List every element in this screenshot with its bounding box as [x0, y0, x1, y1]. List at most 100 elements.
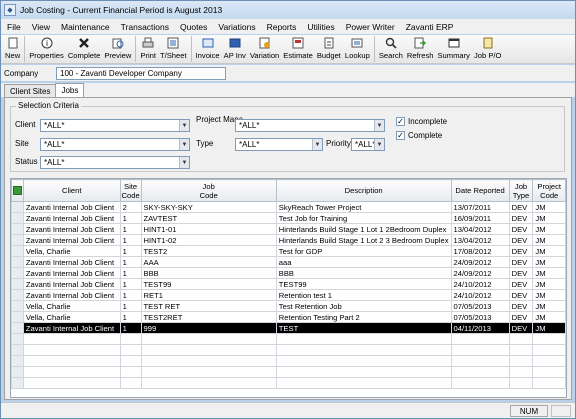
row-indicator[interactable]	[11, 267, 24, 279]
cell-description[interactable]: Test Job for Training	[275, 212, 452, 224]
row-indicator[interactable]	[11, 234, 24, 246]
site-select[interactable]: *ALL* ▼	[40, 138, 190, 151]
menu-item-transactions[interactable]: Transactions	[121, 22, 169, 32]
menu-item-power-writer[interactable]: Power Writer	[346, 22, 395, 32]
cell-client[interactable]: Zavanti Internal Job Client	[22, 223, 121, 235]
cell-job-code[interactable]: TEST2RET	[140, 311, 277, 323]
row-indicator[interactable]	[11, 245, 24, 257]
cell-site-code[interactable]: 1	[119, 300, 142, 312]
cell-date-reported[interactable]: 24/10/2012	[450, 278, 510, 290]
table-row[interactable]: Zavanti Internal Job Client 1 BBB BBB 24/09/…	[11, 267, 566, 279]
cell-date-reported[interactable]: 07/05/2013	[450, 300, 510, 312]
table-row[interactable]: Zavanti Internal Job Client 1 RET1 Retentio…	[11, 289, 566, 301]
job-p-o-button[interactable]: Job P/O	[473, 35, 502, 60]
cell-site-code[interactable]: 1	[119, 311, 142, 323]
cell-site-code[interactable]: 1	[119, 234, 142, 246]
cell-client[interactable]: Zavanti Internal Job Client	[22, 201, 121, 213]
row-indicator[interactable]	[11, 223, 24, 235]
cell-project-code[interactable]: JM	[532, 223, 566, 235]
cell-site-code[interactable]: 1	[119, 322, 142, 334]
cell-site-code[interactable]: 1	[119, 289, 142, 301]
column-header-project-code[interactable]: Project Code	[532, 179, 566, 202]
cell-client[interactable]: Zavanti Internal Job Client	[22, 212, 121, 224]
cell-client[interactable]: Vella, Charlie	[22, 245, 121, 257]
cell-site-code[interactable]: 1	[119, 245, 142, 257]
table-row[interactable]: Zavanti Internal Job Client 1 TEST99 TEST99…	[11, 278, 566, 290]
table-row[interactable]: Zavanti Internal Job Client 1 AAA aaa 24/09/…	[11, 256, 566, 268]
row-indicator[interactable]	[11, 278, 24, 290]
cell-job-code[interactable]: HINT1-01	[140, 223, 277, 235]
cell-client[interactable]: Zavanti Internal Job Client	[22, 289, 121, 301]
tab-jobs[interactable]: Jobs	[55, 83, 85, 97]
cell-job-code[interactable]: RET1	[140, 289, 277, 301]
cell-date-reported[interactable]: 13/04/2012	[450, 234, 510, 246]
cell-job-type[interactable]: DEV	[508, 256, 534, 268]
table-row[interactable]: Vella, Charlie 1 TEST2 Test for GDP 17/08/20…	[11, 245, 566, 257]
menu-item-maintenance[interactable]: Maintenance	[61, 22, 110, 32]
variation-button[interactable]: Variation	[249, 35, 280, 60]
refresh-button[interactable]: Refresh	[406, 35, 435, 60]
incomplete-checkbox[interactable]: ✓ Incomplete	[396, 117, 447, 126]
complete-button[interactable]: Complete	[67, 35, 102, 60]
cell-project-code[interactable]: JM	[532, 267, 566, 279]
cell-client[interactable]: Zavanti Internal Job Client	[22, 267, 121, 279]
cell-project-code[interactable]: JM	[532, 234, 566, 246]
cell-date-reported[interactable]: 24/10/2012	[450, 289, 510, 301]
table-row[interactable]: Zavanti Internal Job Client 1 999 TEST 04/11…	[11, 322, 566, 334]
cell-project-code[interactable]: JM	[532, 322, 566, 334]
cell-project-code[interactable]: JM	[532, 300, 566, 312]
new-button[interactable]: New	[4, 35, 21, 60]
chevron-down-icon[interactable]: ▼	[179, 120, 189, 131]
menu-item-file[interactable]: File	[7, 22, 21, 32]
cell-job-code[interactable]: SKY-SKY-SKY	[140, 201, 277, 213]
row-indicator[interactable]	[11, 212, 24, 224]
cell-job-code[interactable]: 999	[140, 322, 277, 334]
cell-date-reported[interactable]: 24/09/2012	[450, 267, 510, 279]
column-header-job-type[interactable]: Job Type	[508, 179, 534, 202]
chevron-down-icon[interactable]: ▼	[312, 139, 322, 150]
estimate-button[interactable]: Estimate	[282, 35, 314, 60]
cell-job-code[interactable]: AAA	[140, 256, 277, 268]
budget-button[interactable]: Budget	[316, 35, 342, 60]
cell-job-code[interactable]: TEST2	[140, 245, 277, 257]
grid-corner[interactable]	[11, 179, 24, 202]
menu-item-zavanti-erp[interactable]: Zavanti ERP	[406, 22, 454, 32]
column-header-client[interactable]: Client	[22, 179, 121, 202]
cell-site-code[interactable]: 1	[119, 267, 142, 279]
menu-item-quotes[interactable]: Quotes	[180, 22, 207, 32]
cell-client[interactable]: Zavanti Internal Job Client	[22, 278, 121, 290]
complete-checkbox[interactable]: ✓ Complete	[396, 131, 442, 140]
cell-client[interactable]: Zavanti Internal Job Client	[22, 234, 121, 246]
cell-site-code[interactable]: 1	[119, 256, 142, 268]
cell-description[interactable]: BBB	[275, 267, 452, 279]
menu-item-utilities[interactable]: Utilities	[307, 22, 334, 32]
table-row[interactable]: Zavanti Internal Job Client 2 SKY-SKY-SKY S…	[11, 201, 566, 213]
priority-select[interactable]: *ALL* ▼	[351, 138, 385, 151]
cell-job-code[interactable]: ZAVTEST	[140, 212, 277, 224]
cell-description[interactable]: SkyReach Tower Project	[275, 201, 452, 213]
print-button[interactable]: Print	[139, 35, 157, 60]
row-indicator[interactable]	[11, 256, 24, 268]
menu-item-view[interactable]: View	[32, 22, 50, 32]
company-select[interactable]: 100 - Zavanti Developer Company	[56, 66, 226, 80]
cell-site-code[interactable]: 1	[119, 223, 142, 235]
cell-job-code[interactable]: BBB	[140, 267, 277, 279]
cell-job-code[interactable]: TEST99	[140, 278, 277, 290]
column-header-description[interactable]: Description	[275, 179, 452, 202]
row-indicator[interactable]	[11, 201, 24, 213]
cell-project-code[interactable]: JM	[532, 201, 566, 213]
table-row[interactable]: Zavanti Internal Job Client 1 HINT1-01 Hint…	[11, 223, 566, 235]
project-manager-select[interactable]: *ALL* ▼	[235, 119, 385, 132]
cell-description[interactable]: Hinterlands Build Stage 1 Lot 2 3 Bedroo…	[275, 234, 452, 246]
invoice-button[interactable]: Invoice	[195, 35, 221, 60]
cell-project-code[interactable]: JM	[532, 245, 566, 257]
tab-client-sites[interactable]: Client Sites	[4, 84, 57, 97]
chevron-down-icon[interactable]: ▼	[374, 120, 384, 131]
table-row[interactable]: Zavanti Internal Job Client 1 HINT1-02 Hint…	[11, 234, 566, 246]
cell-client[interactable]: Vella, Charlie	[22, 300, 121, 312]
cell-description[interactable]: Retention test 1	[275, 289, 452, 301]
ap-inv-button[interactable]: AP Inv	[223, 35, 247, 60]
cell-job-type[interactable]: DEV	[508, 212, 534, 224]
cell-date-reported[interactable]: 13/07/2011	[450, 201, 510, 213]
cell-description[interactable]: Retention Testing Part 2	[275, 311, 452, 323]
